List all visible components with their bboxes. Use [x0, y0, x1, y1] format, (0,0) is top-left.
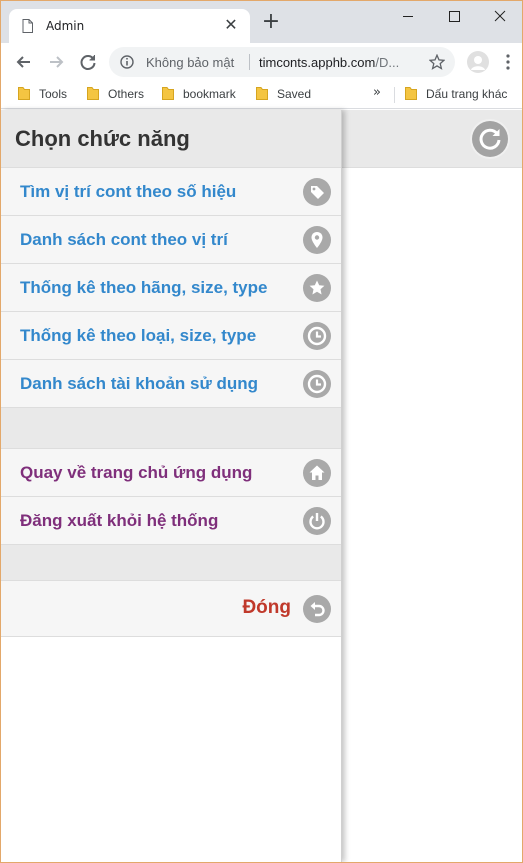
tab-admin[interactable]: Admin ✕: [9, 9, 250, 43]
url-host: timconts.apphb.com: [259, 55, 376, 70]
menu-item-label: Tìm vị trí cont theo số hiệu: [20, 182, 237, 201]
bookmark-label: Saved: [277, 87, 312, 101]
function-panel: Chọn chức năng Tìm vị trí cont theo số h…: [1, 110, 342, 862]
new-tab-button[interactable]: +: [260, 11, 282, 34]
minimize-button[interactable]: [385, 1, 431, 31]
bookmarks-bar: Tools Others bookmark Saved » Dấu trang …: [1, 81, 522, 109]
refresh-button[interactable]: [472, 121, 508, 157]
forward-icon[interactable]: [45, 51, 67, 73]
address-bar[interactable]: Không bảo mật timconts.apphb.com/D...: [109, 47, 455, 77]
folder-icon: [256, 87, 268, 100]
menu-divider: [1, 408, 341, 449]
back-icon[interactable]: [13, 51, 35, 73]
bookmarks-separator: [394, 87, 395, 103]
bookmark-label: Dấu trang khác: [426, 87, 508, 101]
bookmarks-overflow-button[interactable]: »: [373, 85, 381, 100]
back-arrow-icon: [303, 595, 331, 623]
clock-icon: [303, 370, 331, 398]
bookmark-other-bookmarks[interactable]: Dấu trang khác: [405, 86, 507, 104]
bookmark-others[interactable]: Others: [87, 86, 144, 104]
url-path: /D...: [375, 55, 400, 70]
menu-item-label: Danh sách cont theo vị trí: [20, 230, 228, 249]
clock-icon: [303, 322, 331, 350]
folder-icon: [162, 87, 174, 100]
panel-header: Chọn chức năng: [1, 110, 341, 168]
page-icon: [22, 19, 33, 33]
menu-item-user-accounts[interactable]: Danh sách tài khoản sử dụng: [1, 360, 341, 408]
bookmark-tools[interactable]: Tools: [18, 86, 67, 104]
power-icon: [303, 507, 331, 535]
menu-item-label: Danh sách tài khoản sử dụng: [20, 374, 259, 393]
page-content: Chọn chức năng Tìm vị trí cont theo số h…: [1, 110, 522, 862]
tab-close-icon[interactable]: ✕: [222, 16, 240, 34]
location-pin-icon: [303, 226, 331, 254]
reload-icon[interactable]: [77, 51, 99, 73]
star-icon: [303, 274, 331, 302]
window-close-button[interactable]: [477, 1, 523, 31]
security-label[interactable]: Không bảo mật: [146, 55, 234, 70]
close-panel-button[interactable]: Đóng: [1, 581, 341, 637]
bookmark-star-icon[interactable]: [429, 54, 445, 70]
menu-item-find-container[interactable]: Tìm vị trí cont theo số hiệu: [1, 168, 341, 216]
menu-item-logout[interactable]: Đăng xuất khỏi hệ thống: [1, 497, 341, 545]
panel-title: Chọn chức năng: [15, 126, 190, 151]
bookmark-saved[interactable]: Saved: [256, 86, 311, 104]
home-icon: [303, 459, 331, 487]
menu-item-home[interactable]: Quay về trang chủ ứng dụng: [1, 449, 341, 497]
folder-icon: [18, 87, 30, 100]
menu-item-stats-by-type[interactable]: Thống kê theo loại, size, type: [1, 312, 341, 360]
tag-icon: [303, 178, 331, 206]
browser-window: Admin ✕ + Không bảo mật timconts.apphb.c…: [0, 0, 523, 863]
bookmark-bookmark[interactable]: bookmark: [162, 86, 236, 104]
bookmark-label: Tools: [39, 87, 68, 101]
info-icon[interactable]: [120, 55, 134, 69]
menu-item-stats-by-carrier[interactable]: Thống kê theo hãng, size, type: [1, 264, 341, 312]
maximize-button[interactable]: [431, 1, 477, 31]
browser-menu-icon[interactable]: [501, 53, 515, 71]
menu-item-list-by-location[interactable]: Danh sách cont theo vị trí: [1, 216, 341, 264]
tab-title: Admin: [46, 19, 85, 33]
url-separator: [249, 54, 250, 70]
folder-icon: [87, 87, 99, 100]
menu-item-label: Quay về trang chủ ứng dụng: [20, 463, 253, 482]
bookmark-label: bookmark: [183, 87, 236, 101]
profile-avatar-icon[interactable]: [467, 51, 489, 73]
tab-strip: Admin ✕ +: [1, 1, 522, 43]
url-text[interactable]: timconts.apphb.com/D...: [259, 55, 417, 70]
menu-item-label: Đăng xuất khỏi hệ thống: [20, 511, 219, 530]
folder-icon: [405, 87, 417, 100]
bookmark-label: Others: [108, 87, 145, 101]
menu-item-label: Thống kê theo loại, size, type: [20, 326, 257, 345]
menu-divider: [1, 545, 341, 581]
close-label: Đóng: [242, 597, 291, 618]
browser-toolbar: Không bảo mật timconts.apphb.com/D...: [1, 43, 522, 81]
refresh-icon: [479, 128, 501, 150]
menu-item-label: Thống kê theo hãng, size, type: [20, 278, 268, 297]
